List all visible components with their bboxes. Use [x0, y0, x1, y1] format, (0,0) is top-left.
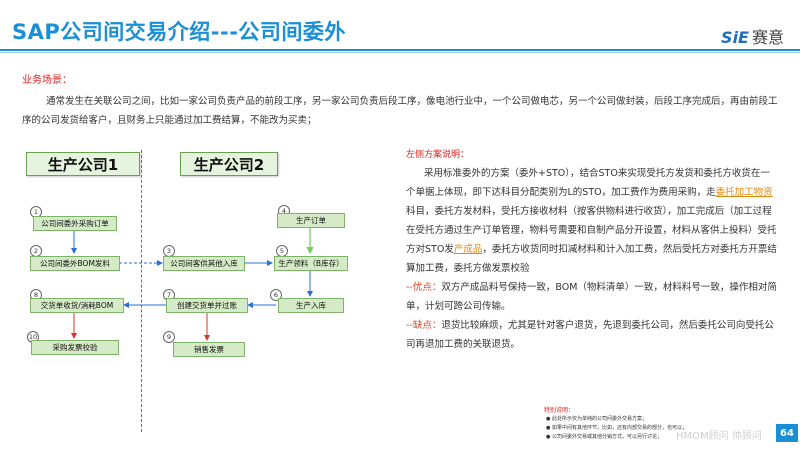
step-box-6: 生产入库 — [278, 298, 344, 313]
step-box-10: 采购发票校验 — [31, 340, 119, 355]
plan-heading: 左侧方案说明： — [406, 150, 470, 160]
plan-link-product[interactable]: 产成品 — [454, 244, 483, 255]
step-box-3: 公司间客供其他入库 — [163, 256, 245, 271]
watermark: HMOM顾问 帅顾问 — [676, 431, 762, 442]
plan-link-account[interactable]: 委托加工物资 — [716, 187, 773, 198]
step-box-1: 公司间委外采购订单 — [33, 216, 117, 231]
step-box-5: 生产领料（B库存） — [274, 256, 348, 271]
notes-heading: 特别说明： — [544, 407, 575, 414]
cons-label: --缺点： — [406, 320, 442, 331]
pros-text: 双方产成品料号保持一致，BOM（物料清单）一致，材料料号一致，操作相对简单，计划… — [406, 282, 777, 312]
plan-text: 采用标准委外的方案（委外+STO），结合STO来实现受托方发货和委托方收货在一个… — [406, 164, 778, 354]
cons-text: 退货比较麻烦，尤其是针对客户退货，先退到委托公司，然后委托公司向受托公司再退加工… — [406, 320, 774, 350]
note-item: ● 此处所示仅为单纯的公司间委外交易方案； — [546, 416, 647, 422]
note-item: ● 如果中间有其他环节，比如，还有内部交易的部分，也可以； — [546, 425, 687, 431]
step-box-2: 公司间委外BOM发料 — [30, 256, 120, 271]
page-number: 64 — [776, 424, 798, 442]
step-box-9: 销售发票 — [173, 342, 245, 357]
step-box-8: 交货单收货/消耗BOM — [30, 298, 124, 313]
step-box-4: 生产订单 — [277, 213, 345, 228]
note-item: ● 公司间委外交易或其他分销方式，可以另行讨论； — [546, 434, 662, 440]
pros-label: --优点： — [406, 282, 442, 293]
step-box-7: 创建交货单并过账 — [166, 298, 248, 313]
